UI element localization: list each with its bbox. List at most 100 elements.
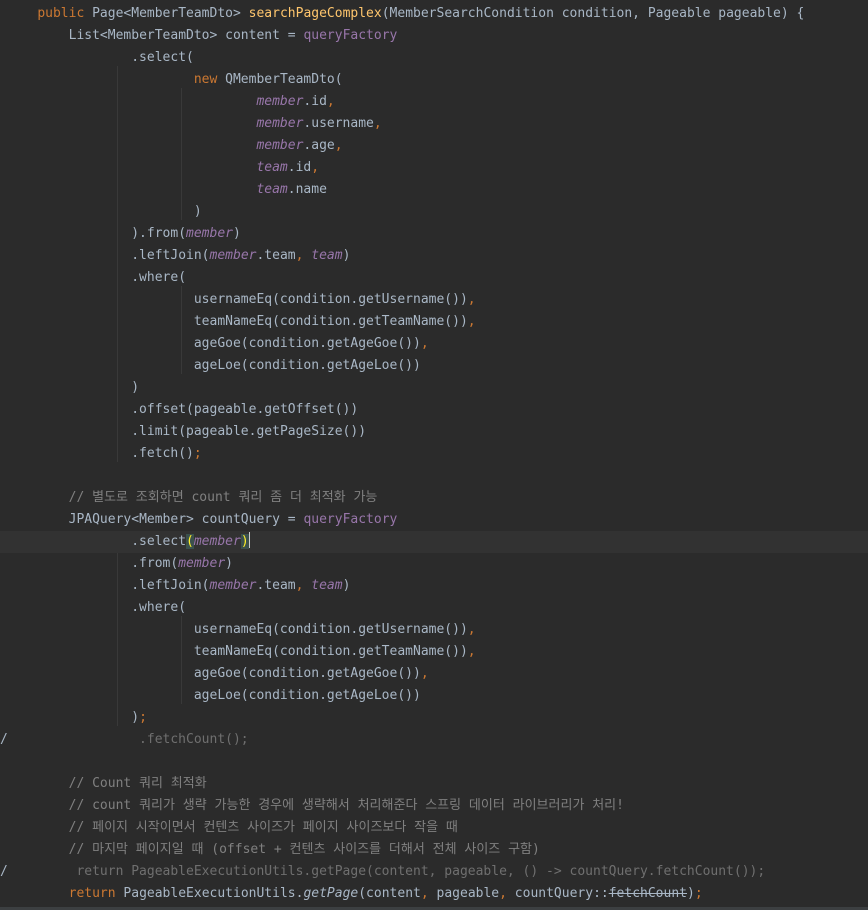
- code-line[interactable]: // 별도로 조회하면 count 쿼리 좀 더 최적화 가능: [0, 487, 868, 509]
- code-token: (content: [358, 886, 421, 901]
- code-line[interactable]: .where(: [0, 267, 868, 289]
- code-token: .offset(pageable.getOffset()): [131, 402, 359, 417]
- code-line[interactable]: // 마지막 페이지일 때 (offset + 컨텐츠 사이즈를 더해서 전체 …: [0, 839, 868, 861]
- code-token: return PageableExecutionUtils.getPage(co…: [6, 864, 766, 879]
- code-token: QMemberTeamDto(: [225, 72, 343, 87]
- code-line[interactable]: / return PageableExecutionUtils.getPage(…: [0, 861, 868, 883]
- code-token: queryFactory: [303, 28, 398, 43]
- code-line[interactable]: ageGoe(condition.getAgeGoe()),: [0, 663, 868, 685]
- code-line[interactable]: ): [0, 377, 868, 399]
- code-line[interactable]: List<MemberTeamDto> content = queryFacto…: [0, 25, 868, 47]
- code-text: member.username,: [6, 113, 381, 135]
- code-line[interactable]: .from(member): [0, 553, 868, 575]
- code-line[interactable]: ageGoe(condition.getAgeGoe()),: [0, 333, 868, 355]
- code-line[interactable]: .fetch();: [0, 443, 868, 465]
- code-token: usernameEq(condition.getUsername()): [193, 622, 468, 637]
- code-line[interactable]: usernameEq(condition.getUsername()),: [0, 289, 868, 311]
- code-line[interactable]: );: [0, 707, 868, 729]
- code-text: member.id,: [6, 91, 335, 113]
- code-line[interactable]: // 페이지 시작이면서 컨텐츠 사이즈가 페이지 사이즈보다 작을 때: [0, 817, 868, 839]
- code-line[interactable]: teamNameEq(condition.getTeamName()),: [0, 641, 868, 663]
- code-line[interactable]: team.id,: [0, 157, 868, 179]
- code-token: ,: [326, 94, 335, 109]
- code-line[interactable]: .limit(pageable.getPageSize()): [0, 421, 868, 443]
- code-token: public: [37, 6, 93, 21]
- code-token: team: [256, 182, 288, 197]
- code-text: // 별도로 조회하면 count 쿼리 좀 더 최적화 가능: [6, 487, 378, 509]
- code-text: ): [6, 377, 139, 399]
- code-token: .team: [256, 578, 296, 593]
- code-token: member: [209, 248, 257, 263]
- code-line[interactable]: usernameEq(condition.getUsername()),: [0, 619, 868, 641]
- code-editor[interactable]: public Page<MemberTeamDto> searchPageCom…: [0, 0, 868, 910]
- code-token: ): [240, 534, 249, 549]
- code-line[interactable]: member.age,: [0, 135, 868, 157]
- code-token: ): [131, 710, 140, 725]
- code-token: member: [256, 116, 304, 131]
- code-text: .where(: [6, 597, 186, 619]
- code-text: .select(member): [6, 531, 250, 553]
- code-line[interactable]: [0, 465, 868, 487]
- code-token: countQuery::: [514, 886, 609, 901]
- code-text: ageGoe(condition.getAgeGoe()),: [6, 663, 429, 685]
- code-line[interactable]: .offset(pageable.getOffset()): [0, 399, 868, 421]
- code-token: Page<MemberTeamDto>: [92, 6, 249, 21]
- code-line[interactable]: teamNameEq(condition.getTeamName()),: [0, 311, 868, 333]
- code-token: ageGoe(condition.getAgeGoe()): [193, 336, 421, 351]
- code-text: .offset(pageable.getOffset()): [6, 399, 358, 421]
- code-line[interactable]: .select(member): [0, 531, 868, 553]
- code-token: JPAQuery<Member> countQuery =: [68, 512, 304, 527]
- code-text: .select(: [6, 47, 194, 69]
- code-token: .id: [303, 94, 327, 109]
- code-token: ,: [467, 622, 476, 637]
- code-line[interactable]: team.name: [0, 179, 868, 201]
- code-line[interactable]: member.id,: [0, 91, 868, 113]
- code-line[interactable]: ageLoe(condition.getAgeLoe()): [0, 685, 868, 707]
- code-line[interactable]: // count 쿼리가 생략 가능한 경우에 생략해서 처리해준다 스프링 데…: [0, 795, 868, 817]
- code-token: ).from(: [131, 226, 187, 241]
- code-token: member: [193, 534, 241, 549]
- code-line[interactable]: // Count 쿼리 최적화: [0, 773, 868, 795]
- code-text: // count 쿼리가 생략 가능한 경우에 생략해서 처리해준다 스프링 데…: [6, 795, 624, 817]
- code-line[interactable]: [0, 751, 868, 773]
- code-token: .team: [256, 248, 296, 263]
- code-token: ;: [139, 710, 147, 725]
- code-line[interactable]: .leftJoin(member.team, team): [0, 575, 868, 597]
- code-line[interactable]: .select(: [0, 47, 868, 69]
- code-text: // 마지막 페이지일 때 (offset + 컨텐츠 사이즈를 더해서 전체 …: [6, 839, 540, 861]
- code-line[interactable]: ageLoe(condition.getAgeLoe()): [0, 355, 868, 377]
- code-line[interactable]: JPAQuery<Member> countQuery = queryFacto…: [0, 509, 868, 531]
- code-line[interactable]: member.username,: [0, 113, 868, 135]
- code-line[interactable]: public Page<MemberTeamDto> searchPageCom…: [0, 3, 868, 25]
- code-text: .leftJoin(member.team, team): [6, 575, 350, 597]
- code-line[interactable]: .leftJoin(member.team, team): [0, 245, 868, 267]
- code-line[interactable]: .where(: [0, 597, 868, 619]
- code-token: fetchCount: [608, 886, 687, 901]
- code-line[interactable]: new QMemberTeamDto(: [0, 69, 868, 91]
- code-line[interactable]: ).from(member): [0, 223, 868, 245]
- code-text: .from(member): [6, 553, 233, 575]
- code-text: teamNameEq(condition.getTeamName()),: [6, 641, 476, 663]
- code-token: ): [193, 204, 202, 219]
- code-token: ,: [467, 292, 476, 307]
- code-line[interactable]: ): [0, 201, 868, 223]
- code-line[interactable]: / .fetchCount();: [0, 729, 868, 751]
- code-text: ageLoe(condition.getAgeLoe()): [6, 685, 421, 707]
- code-text: new QMemberTeamDto(: [6, 69, 343, 91]
- code-line[interactable]: return PageableExecutionUtils.getPage(co…: [0, 883, 868, 905]
- code-token: ageGoe(condition.getAgeGoe()): [193, 666, 421, 681]
